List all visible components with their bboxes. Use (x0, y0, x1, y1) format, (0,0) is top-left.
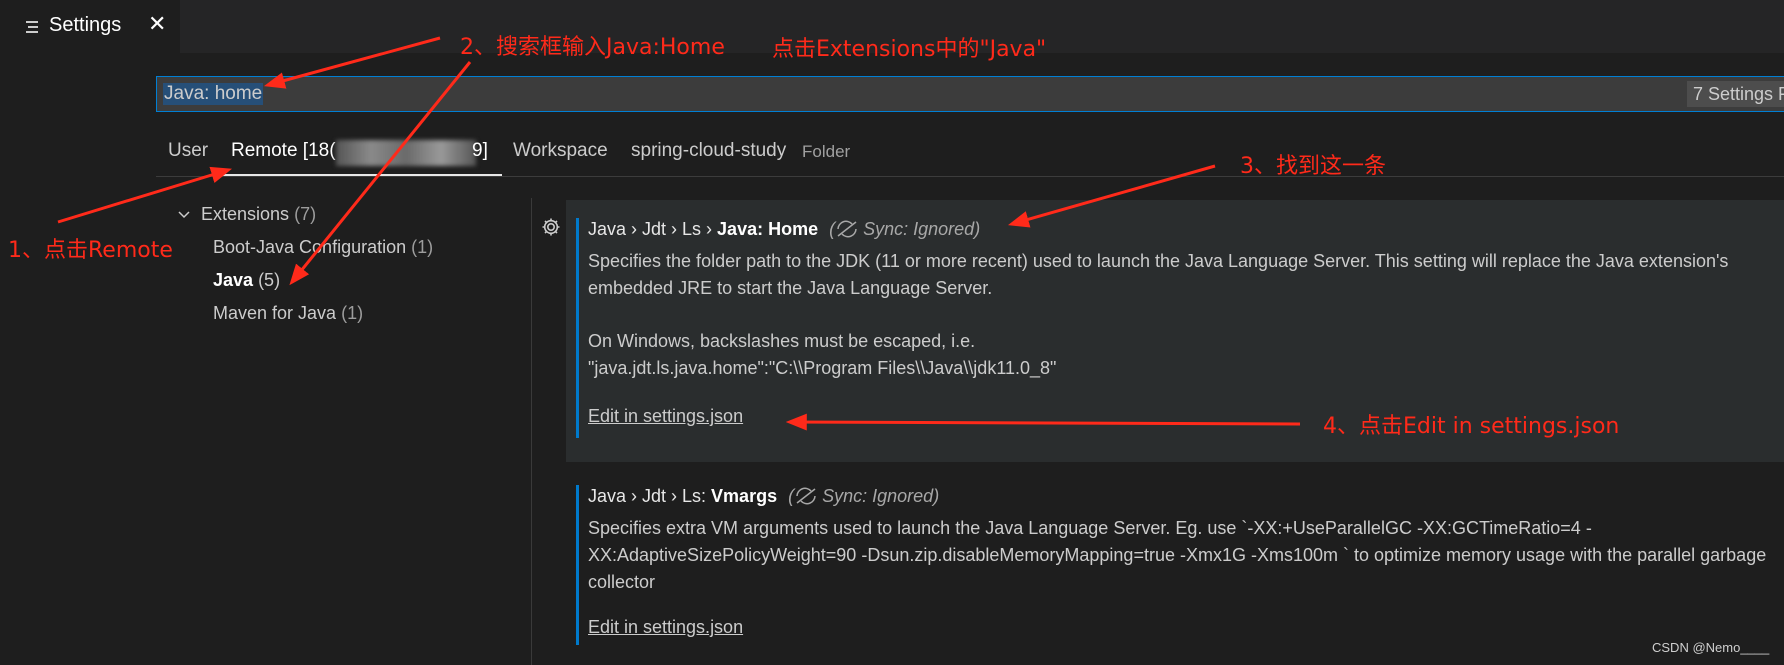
setting-description-line: On Windows, backslashes must be escaped,… (588, 331, 976, 351)
modified-indicator (576, 485, 579, 645)
sync-ignored: (Sync: Ignored) (829, 219, 981, 239)
setting-breadcrumb: Java › Jdt › Ls: (588, 486, 712, 506)
sync-ignored-icon (796, 487, 816, 505)
toc-java-count: (5) (258, 270, 281, 290)
setting-title: Java › Jdt › Ls › Java: Home (Sync: Igno… (588, 219, 980, 240)
tab-title: Settings (49, 14, 122, 36)
close-icon[interactable]: ✕ (148, 12, 166, 36)
setting-description-line: XX:AdaptiveSizePolicyWeight=90 -Dsun.zip… (588, 545, 1767, 565)
setting-description-line: embedded JRE to start the Java Language … (588, 278, 993, 298)
tab-folder[interactable]: spring-cloud-study (631, 140, 786, 162)
setting-description-line: collector (588, 572, 656, 592)
watermark: CSDN @Nemo____ (1652, 640, 1770, 655)
annotation-step2b: 点击Extensions中的"Java" (772, 37, 1047, 62)
annotation-step2: 2、搜索框输入Java:Home (460, 35, 725, 60)
sync-ignored-icon (837, 220, 857, 238)
toc-extensions-count: (7) (294, 204, 317, 224)
setting-description-line: "java.jdt.ls.java.home":"C:\\Program Fil… (588, 358, 1057, 378)
setting-name: Java: Home (717, 219, 819, 239)
tab-remote[interactable]: Remote [18( (231, 140, 336, 162)
redacted-host-mask (336, 140, 476, 166)
folder-hint: Folder (802, 142, 851, 161)
setting-title: Java › Jdt › Ls: Vmargs (Sync: Ignored) (588, 486, 939, 507)
toc-boot-java[interactable]: Boot-Java Configuration (1) (213, 237, 433, 258)
edit-in-settings-json-link[interactable]: Edit in settings.json (588, 406, 743, 427)
tab-workspace[interactable]: Workspace (513, 140, 608, 162)
modified-indicator (576, 218, 579, 438)
toc-separator (531, 198, 532, 665)
gear-icon[interactable] (540, 216, 562, 238)
sync-label: Sync: Ignored (863, 219, 975, 239)
settings-list-icon (26, 21, 38, 33)
toc-java-label: Java (213, 270, 254, 290)
annotation-step3: 3、找到这一条 (1240, 154, 1386, 179)
toc-maven-count: (1) (341, 303, 364, 323)
annotation-step1: 1、点击Remote (8, 238, 173, 263)
sync-ignored: (Sync: Ignored) (788, 486, 940, 506)
toc-extensions-label: Extensions (201, 204, 290, 224)
annotation-step4: 4、点击Edit in settings.json (1323, 414, 1620, 439)
toc-extensions[interactable]: Extensions (7) (201, 204, 316, 225)
toc-maven-label: Maven for Java (213, 303, 337, 323)
chevron-down-icon[interactable] (178, 210, 190, 220)
setting-name: Vmargs (711, 486, 778, 506)
search-result-count: 7 Settings F (1687, 81, 1784, 107)
setting-description-line: Specifies the folder path to the JDK (11… (588, 251, 1729, 271)
setting-description-line: Specifies extra VM arguments used to lau… (588, 518, 1592, 538)
setting-breadcrumb: Java › Jdt › Ls › (588, 219, 718, 239)
scope-divider (156, 176, 1784, 177)
toc-java[interactable]: Java (5) (213, 270, 280, 291)
toc-boot-java-count: (1) (411, 237, 434, 257)
edit-in-settings-json-link[interactable]: Edit in settings.json (588, 617, 743, 638)
tab-user[interactable]: User (168, 140, 208, 162)
search-value: Java: home (163, 83, 264, 105)
toc-boot-java-label: Boot-Java Configuration (213, 237, 407, 257)
settings-tab[interactable]: Settings ✕ (0, 0, 180, 53)
sync-label: Sync: Ignored (822, 486, 934, 506)
toc-maven[interactable]: Maven for Java (1) (213, 303, 363, 324)
settings-search-input[interactable]: Java: home 7 Settings F (156, 76, 1784, 112)
tab-remote-tail[interactable]: 9] (472, 140, 488, 162)
